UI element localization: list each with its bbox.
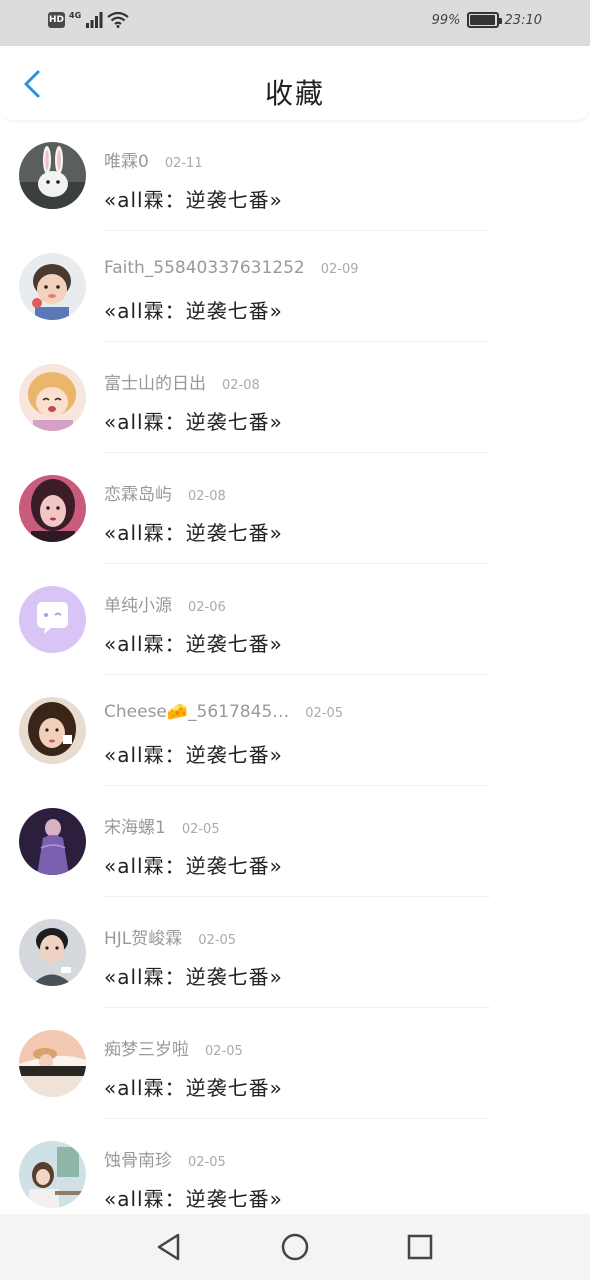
battery-percent: 99%: [431, 12, 461, 28]
favorites-list: 唯霖0 02-11 «all霖：逆袭七番» Faith_558403376312…: [0, 120, 590, 1230]
item-content[interactable]: «all霖：逆袭七番»: [104, 961, 283, 990]
user-name[interactable]: 富士山的日出: [104, 369, 206, 394]
item-meta: 宋海螺1 02-05: [104, 813, 220, 838]
item-content[interactable]: «all霖：逆袭七番»: [104, 850, 283, 879]
circle-home-icon: [281, 1233, 309, 1261]
list-item[interactable]: HJL贺峻霖 02-05 «all霖：逆袭七番»: [0, 897, 590, 1008]
list-item[interactable]: 富士山的日出 02-08 «all霖：逆袭七番»: [0, 342, 590, 453]
boy-portrait-avatar-image: [19, 919, 86, 986]
battery-fill: [469, 15, 496, 25]
user-name[interactable]: 恋霖岛屿: [104, 480, 172, 505]
item-meta: 蚀骨南珍 02-05: [104, 1146, 226, 1171]
item-content[interactable]: «all霖：逆袭七番»: [104, 406, 283, 435]
list-item[interactable]: Faith_55840337631252 02-09 «all霖：逆袭七番»: [0, 231, 590, 342]
item-content[interactable]: «all霖：逆袭七番»: [104, 1183, 283, 1212]
item-date: 02-05: [188, 1155, 226, 1170]
hd-badge: HD: [48, 12, 65, 28]
item-date: 02-05: [198, 933, 237, 948]
user-name[interactable]: Cheese🧀_5617845…: [104, 702, 289, 722]
system-nav-bar: [0, 1214, 590, 1280]
triangle-back-icon: [157, 1233, 180, 1261]
avatar[interactable]: [19, 919, 86, 986]
sunset-avatar-image: [19, 1030, 86, 1097]
network-type: 4G: [69, 10, 82, 20]
item-date: 02-05: [305, 706, 344, 721]
wifi-icon: [107, 12, 129, 28]
item-date: 02-05: [181, 822, 220, 837]
nav-home-button[interactable]: [278, 1230, 312, 1264]
user-name[interactable]: 蚀骨南珍: [104, 1146, 172, 1171]
item-meta: 单纯小源 02-06: [104, 591, 226, 616]
child-avatar-image: [19, 253, 86, 320]
avatar[interactable]: [19, 1030, 86, 1097]
user-name[interactable]: 单纯小源: [104, 591, 172, 616]
item-content[interactable]: «all霖：逆袭七番»: [104, 184, 283, 213]
item-meta: Cheese🧀_5617845… 02-05: [104, 702, 343, 722]
list-item[interactable]: 痴梦三岁啦 02-05 «all霖：逆袭七番»: [0, 1008, 590, 1119]
rabbit-avatar-image: [19, 142, 86, 209]
item-date: 02-05: [205, 1044, 243, 1059]
page-title: 收藏: [264, 77, 325, 110]
user-name[interactable]: Faith_55840337631252: [104, 258, 305, 278]
item-content[interactable]: «all霖：逆袭七番»: [104, 1072, 283, 1101]
nav-back-button[interactable]: [151, 1230, 185, 1264]
item-meta: 唯霖0 02-11: [104, 147, 203, 172]
item-meta: HJL贺峻霖 02-05: [104, 924, 236, 949]
item-date: 02-08: [188, 489, 226, 504]
avatar[interactable]: [19, 253, 86, 320]
window-girl-avatar-image: [19, 1141, 86, 1208]
battery-icon: [466, 12, 502, 28]
status-bar: HD 4G 99% 23:10: [0, 0, 590, 46]
item-content[interactable]: «all霖：逆袭七番»: [104, 295, 283, 324]
item-content[interactable]: «all霖：逆袭七番»: [104, 517, 283, 546]
list-item[interactable]: 恋霖岛屿 02-08 «all霖：逆袭七番»: [0, 453, 590, 564]
avatar[interactable]: [19, 808, 86, 875]
status-right: 99% 23:10: [432, 12, 542, 28]
item-meta: 痴梦三岁啦 02-05: [104, 1035, 243, 1060]
illustrated-girl-avatar-image: [19, 475, 86, 542]
item-meta: 恋霖岛屿 02-08: [104, 480, 226, 505]
avatar[interactable]: [19, 475, 86, 542]
item-content[interactable]: «all霖：逆袭七番»: [104, 628, 283, 657]
purple-figure-avatar-image: [19, 808, 86, 875]
square-recents-icon: [407, 1234, 433, 1260]
item-date: 02-09: [320, 262, 359, 277]
item-date: 02-08: [222, 378, 260, 393]
list-item[interactable]: 唯霖0 02-11 «all霖：逆袭七番»: [0, 120, 590, 231]
header: 收藏: [0, 46, 590, 120]
avatar[interactable]: [19, 1141, 86, 1208]
item-meta: Faith_55840337631252 02-09: [104, 258, 359, 278]
chat-bubble-avatar-icon: [19, 586, 86, 653]
avatar[interactable]: [19, 364, 86, 431]
item-content[interactable]: «all霖：逆袭七番»: [104, 739, 283, 768]
avatar[interactable]: [19, 586, 86, 653]
avatar[interactable]: [19, 142, 86, 209]
list-item[interactable]: Cheese🧀_5617845… 02-05 «all霖：逆袭七番»: [0, 675, 590, 786]
list-item[interactable]: 单纯小源 02-06 «all霖：逆袭七番»: [0, 564, 590, 675]
status-left: HD 4G: [48, 10, 129, 28]
item-date: 02-11: [164, 156, 203, 171]
list-item[interactable]: 宋海螺1 02-05 «all霖：逆袭七番»: [0, 786, 590, 897]
clock: 23:10: [504, 12, 542, 28]
nav-recents-button[interactable]: [403, 1230, 437, 1264]
portrait-avatar-image: [19, 697, 86, 764]
user-name[interactable]: 宋海螺1: [104, 813, 166, 838]
user-name[interactable]: 痴梦三岁啦: [104, 1035, 189, 1060]
item-meta: 富士山的日出 02-08: [104, 369, 260, 394]
user-name[interactable]: 唯霖0: [104, 147, 149, 172]
user-name[interactable]: HJL贺峻霖: [104, 924, 182, 949]
signal-icon: [86, 12, 103, 28]
anime-girl-avatar-image: [19, 364, 86, 431]
avatar[interactable]: [19, 697, 86, 764]
item-date: 02-06: [188, 600, 226, 615]
